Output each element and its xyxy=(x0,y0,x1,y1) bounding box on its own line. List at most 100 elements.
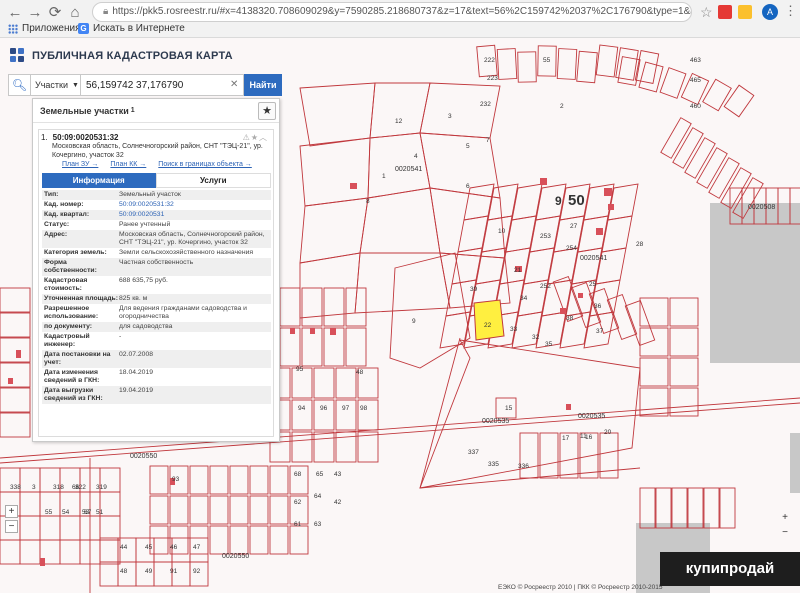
parcel-boundary[interactable] xyxy=(335,367,357,399)
tab-information[interactable]: Информация xyxy=(42,173,156,188)
card-title[interactable]: 1. 50:09:0020531:32 xyxy=(41,133,119,142)
parcel-boundary[interactable] xyxy=(659,67,687,99)
parcel-boundary[interactable] xyxy=(475,247,507,285)
parcel-boundary[interactable] xyxy=(511,183,543,221)
selected-parcel[interactable] xyxy=(473,299,505,341)
bookmark-search[interactable]: G Искать в Интернете xyxy=(78,23,185,34)
parcel-boundary[interactable] xyxy=(249,525,269,555)
parcel-boundary[interactable] xyxy=(99,515,121,541)
parcel-boundary[interactable] xyxy=(359,187,441,254)
find-button[interactable]: Найти xyxy=(244,74,282,96)
parcel-boundary[interactable] xyxy=(249,495,269,525)
home-icon[interactable]: ⌂ xyxy=(66,4,84,22)
avatar[interactable]: A xyxy=(762,4,778,20)
parcel-boundary[interactable] xyxy=(687,487,704,529)
parcel-boundary[interactable] xyxy=(457,215,489,253)
zoom-minus-icon[interactable]: − xyxy=(780,527,790,538)
zoom-in-button[interactable]: + xyxy=(5,505,18,518)
parcel-boundary[interactable] xyxy=(655,487,672,529)
tab-services[interactable]: Услуги xyxy=(155,173,271,188)
parcel-boundary[interactable] xyxy=(519,432,539,479)
parcel-boundary[interactable] xyxy=(149,495,169,525)
bookmark-apps[interactable]: Приложения xyxy=(8,23,81,34)
parcel-boundary[interactable] xyxy=(189,465,209,495)
parcel-boundary[interactable] xyxy=(0,412,31,438)
parcel-boundary[interactable] xyxy=(313,431,335,463)
parcel-boundary[interactable] xyxy=(301,287,323,327)
parcel-boundary[interactable] xyxy=(39,515,61,541)
parcel-boundary[interactable] xyxy=(539,432,559,479)
parcel-boundary[interactable] xyxy=(639,487,656,529)
parcel-boundary[interactable] xyxy=(59,515,81,541)
parcel-boundary[interactable] xyxy=(669,297,699,327)
collapse-icon[interactable]: ︿ xyxy=(259,133,268,142)
parcel-boundary[interactable] xyxy=(249,465,269,495)
parcel-boundary[interactable] xyxy=(269,495,289,525)
parcel-boundary[interactable] xyxy=(638,61,664,93)
parcel-boundary[interactable] xyxy=(149,465,169,495)
parcel-boundary[interactable] xyxy=(719,487,736,529)
parcel-boundary[interactable] xyxy=(419,82,501,139)
parcel-boundary[interactable] xyxy=(99,539,121,565)
parcel-boundary[interactable] xyxy=(577,215,609,253)
card-actions[interactable]: ⚠★︿ xyxy=(243,132,268,143)
parcel-boundary[interactable] xyxy=(19,515,41,541)
parcel-boundary[interactable] xyxy=(0,362,31,388)
parcel-boundary[interactable] xyxy=(149,525,169,555)
search-icon[interactable]: 🔍︎ xyxy=(8,74,30,96)
property-value[interactable]: 50:09:0020531:32 xyxy=(119,201,269,209)
parcel-boundary[interactable] xyxy=(451,247,483,285)
parcel-boundary[interactable] xyxy=(99,561,119,587)
parcel-boundary[interactable] xyxy=(556,48,578,80)
parcel-boundary[interactable] xyxy=(639,327,669,357)
parcel-boundary[interactable] xyxy=(0,337,31,363)
parcel-boundary[interactable] xyxy=(523,247,555,285)
parcel-boundary[interactable] xyxy=(19,539,41,565)
extension-icon[interactable] xyxy=(738,5,752,19)
parcel-boundary[interactable] xyxy=(669,357,699,387)
search-input[interactable] xyxy=(80,74,244,96)
search-in-bounds-link[interactable]: Поиск в границах объекта → xyxy=(158,161,252,168)
parcel-boundary[interactable] xyxy=(0,287,31,313)
parcel-boundary[interactable] xyxy=(291,431,313,463)
parcel-boundary[interactable] xyxy=(99,537,119,563)
parcel-boundary[interactable] xyxy=(289,525,309,555)
zoom-plus-icon[interactable]: + xyxy=(780,512,790,523)
parcel-boundary[interactable] xyxy=(209,465,229,495)
extension-icon[interactable] xyxy=(718,5,732,19)
forward-arrow-icon[interactable]: → xyxy=(26,4,44,22)
parcel-boundary[interactable] xyxy=(703,487,720,529)
favorites-star-icon[interactable]: ★ xyxy=(258,102,276,120)
parcel-boundary[interactable] xyxy=(299,252,361,319)
parcel-boundary[interactable] xyxy=(19,491,41,517)
parcel-boundary[interactable] xyxy=(607,183,639,221)
bookmark-star-icon[interactable]: ☆ xyxy=(700,4,713,21)
parcel-boundary[interactable] xyxy=(345,327,367,367)
parcel-boundary[interactable] xyxy=(299,137,371,207)
parcel-boundary[interactable] xyxy=(639,387,669,417)
parcel-boundary[interactable] xyxy=(496,48,518,80)
parcel-boundary[interactable] xyxy=(169,495,189,525)
parcel-boundary[interactable] xyxy=(323,287,345,327)
parcel-boundary[interactable] xyxy=(279,287,301,327)
parcel-boundary[interactable] xyxy=(209,525,229,555)
parcel-boundary[interactable] xyxy=(0,312,31,338)
parcel-boundary[interactable] xyxy=(571,247,603,285)
parcel-boundary[interactable] xyxy=(601,215,633,253)
parcel-boundary[interactable] xyxy=(671,487,688,529)
parcel-boundary[interactable] xyxy=(723,84,755,118)
parcel-boundary[interactable] xyxy=(606,293,638,341)
parcel-boundary[interactable] xyxy=(439,311,471,349)
parcel-boundary[interactable] xyxy=(19,467,41,493)
parcel-boundary[interactable] xyxy=(0,539,21,565)
parcel-boundary[interactable] xyxy=(345,287,367,327)
parcel-boundary[interactable] xyxy=(229,525,249,555)
parcel-boundary[interactable] xyxy=(229,495,249,525)
parcel-boundary[interactable] xyxy=(669,327,699,357)
property-value[interactable]: 50:09:0020531 xyxy=(119,211,269,219)
parcel-boundary[interactable] xyxy=(639,357,669,387)
parcel-boundary[interactable] xyxy=(357,431,379,463)
parcel-boundary[interactable] xyxy=(595,247,627,285)
parcel-boundary[interactable] xyxy=(209,495,229,525)
parcel-boundary[interactable] xyxy=(429,187,506,259)
